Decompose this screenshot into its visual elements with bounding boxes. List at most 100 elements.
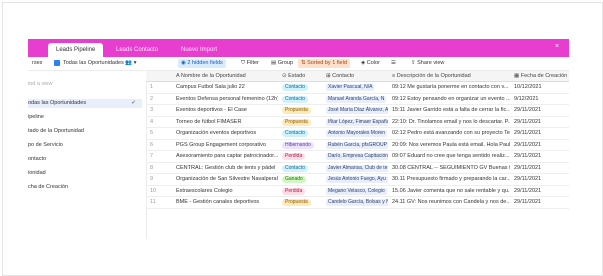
- cell-descripcion[interactable]: 22:10: Dr. Tinolamos email y nos lo desc…: [392, 117, 510, 128]
- table-row[interactable]: 8 CENTRAL: Gestión club de tenis y pádel C…: [146, 163, 569, 174]
- table-row[interactable]: 10 Extraescolares Colegio Perdida Megano Ve…: [146, 186, 569, 197]
- table-row[interactable]: 2 Eventos Defensa personal femenino (12h)…: [146, 94, 569, 105]
- cell-estado[interactable]: Perdida: [282, 186, 322, 197]
- column-header-descripcion[interactable]: ≡ Descripción de la Oportunidad: [392, 71, 510, 81]
- cell-descripcion[interactable]: 15:11 Javier Garrido está a falta de cer…: [392, 105, 510, 116]
- row-height-button[interactable]: ☰: [388, 59, 399, 68]
- sidebar-item-pipeline[interactable]: ipeline: [28, 113, 142, 122]
- table-row[interactable]: 1 Campus Futbol Sala julio 22 Contacto Xavi…: [146, 82, 569, 94]
- table-row[interactable]: 7 Asesoramiento para captar patrocinador.…: [146, 151, 569, 163]
- tab-leads-contacto[interactable]: Leads Contacto: [108, 43, 166, 57]
- table-row[interactable]: 9 Organización de San Silvestre Navalpera…: [146, 174, 569, 186]
- cell-fecha[interactable]: 29/11/2021: [514, 163, 569, 174]
- table-row[interactable]: 11 BME - Gestión canales deportivos Propue…: [146, 197, 569, 209]
- cell-contacto[interactable]: Manuel Aranda García, N: [326, 94, 388, 105]
- share-view-button[interactable]: ⇪ Share view: [408, 59, 447, 68]
- cell-fecha[interactable]: 29/11/2021: [514, 151, 569, 162]
- cell-nombre[interactable]: PGS Group Engagement corporativo: [176, 140, 278, 151]
- cell-nombre[interactable]: BME - Gestión canales deportivos: [176, 197, 278, 208]
- cell-contacto[interactable]: Rubén García, pfsGROUP: [326, 140, 388, 151]
- cell-fecha[interactable]: 29/11/2021: [514, 174, 569, 185]
- cell-descripcion[interactable]: 15.06 Javier comenta que no sale rentabl…: [392, 186, 510, 197]
- views-toggle[interactable]: rses: [32, 59, 42, 68]
- table-row[interactable]: 6 PGS Group Engagement corporativo Hiberna…: [146, 140, 569, 151]
- sidebar-item-fecha-creacion[interactable]: cha de Creación: [28, 183, 142, 192]
- row-number[interactable]: 2: [150, 94, 170, 105]
- cell-fecha[interactable]: 29/11/2021: [514, 117, 569, 128]
- sort-button[interactable]: ⇅ Sorted by 1 field: [298, 59, 350, 68]
- column-header-contacto[interactable]: ⊞ Contacto: [326, 71, 388, 81]
- cell-descripcion[interactable]: 30.08 CENTRAL -- SEGUIMIENTO GV Buenas t…: [392, 163, 510, 174]
- row-number[interactable]: 6: [150, 140, 170, 151]
- cell-fecha[interactable]: 29/11/2021: [514, 186, 569, 197]
- cell-estado[interactable]: Propuesta: [282, 197, 322, 208]
- cell-nombre[interactable]: Extraescolares Colegio: [176, 186, 278, 197]
- view-search-input[interactable]: ind a view: [28, 81, 52, 87]
- row-number[interactable]: 8: [150, 163, 170, 174]
- table-row[interactable]: 5 Organización eventos deportivos Contacto…: [146, 128, 569, 140]
- sidebar-item-contacto[interactable]: ontacto: [28, 155, 142, 164]
- row-number[interactable]: 10: [150, 186, 170, 197]
- row-number[interactable]: 5: [150, 128, 170, 139]
- cell-descripcion[interactable]: 20:09: Nos veremos Paula está email. Hol…: [392, 140, 510, 151]
- tab-leads-pipeline[interactable]: Leads Pipeline: [48, 43, 104, 57]
- cell-descripcion[interactable]: 09:07 Eduard no cree que tenga sentido r…: [392, 151, 510, 162]
- cell-fecha[interactable]: 29/11/2021: [514, 197, 569, 208]
- cell-nombre[interactable]: Organización de San Silvestre Navalperal: [176, 174, 278, 185]
- cell-contacto[interactable]: Megano Velasco, Colegio: [326, 186, 388, 197]
- cell-nombre[interactable]: Eventos deportivos - El Case: [176, 105, 278, 116]
- cell-nombre[interactable]: CENTRAL: Gestión club de tenis y pádel: [176, 163, 278, 174]
- row-number[interactable]: 1: [150, 82, 170, 93]
- cell-contacto[interactable]: Xavier Pascual, N/A: [326, 82, 388, 93]
- row-number[interactable]: 4: [150, 117, 170, 128]
- view-switcher[interactable]: Todas las Oportunidades 👥 ▾: [54, 59, 137, 68]
- sidebar-item-estado[interactable]: tado de la Oportunidad: [28, 127, 142, 136]
- cell-estado[interactable]: Contacto: [282, 94, 322, 105]
- cell-nombre[interactable]: Eventos Defensa personal femenino (12h): [176, 94, 278, 105]
- table-row[interactable]: 4 Torneo de fútbol FIMASER Propuesta Iñiar …: [146, 117, 569, 128]
- cell-fecha[interactable]: 29/11/2021: [514, 128, 569, 139]
- row-number[interactable]: 9: [150, 174, 170, 185]
- cell-contacto[interactable]: Javier Almansa, Club de te: [326, 163, 388, 174]
- cell-estado[interactable]: Perdida: [282, 151, 322, 162]
- cell-estado[interactable]: Ganado: [282, 174, 322, 185]
- cell-nombre[interactable]: Asesoramiento para captar patrocinador..…: [176, 151, 278, 162]
- hidden-fields-button[interactable]: ◉ 2 hidden fields: [178, 59, 226, 68]
- cell-descripcion[interactable]: 02:12 Pedro está avanzando con su proyec…: [392, 128, 510, 139]
- cell-estado[interactable]: Propuesta: [282, 105, 322, 116]
- filter-button[interactable]: ⛉ Filter: [238, 59, 262, 68]
- cell-nombre[interactable]: Organización eventos deportivos: [176, 128, 278, 139]
- cell-fecha[interactable]: 29/11/2021: [514, 105, 569, 116]
- cell-contacto[interactable]: José María Díaz Álvarez, A: [326, 105, 388, 116]
- cell-nombre[interactable]: Torneo de fútbol FIMASER: [176, 117, 278, 128]
- cell-fecha[interactable]: 10/12/2021: [514, 82, 569, 93]
- column-header-nombre[interactable]: A Nombre de la Oportunidad: [176, 71, 276, 81]
- cell-descripcion[interactable]: 24.11 GV: Nos reunimos con Candela y nos…: [392, 197, 510, 208]
- sidebar-item-todas[interactable]: odas las Oportunidades ✓: [28, 99, 142, 108]
- close-icon[interactable]: ×: [555, 43, 563, 51]
- cell-estado[interactable]: Propuesta: [282, 117, 322, 128]
- cell-descripcion[interactable]: 09:12 Me gustaría ponerme en contacto co…: [392, 82, 510, 93]
- cell-descripcion[interactable]: 30.11 Presupuesto firmado y preparando l…: [392, 174, 510, 185]
- column-header-estado[interactable]: ⊙ Estado: [282, 71, 322, 81]
- cell-descripcion[interactable]: 09:12 Estoy pensando en organizar un eve…: [392, 94, 510, 105]
- cell-contacto[interactable]: Jesús Antonio Fuego, Ayu: [326, 174, 388, 185]
- sidebar-item-ionidad[interactable]: ionidad: [28, 169, 142, 178]
- cell-estado[interactable]: Contacto: [282, 163, 322, 174]
- cell-nombre[interactable]: Campus Futbol Sala julio 22: [176, 82, 278, 93]
- cell-estado[interactable]: Hibernando: [282, 140, 322, 151]
- row-number[interactable]: 7: [150, 151, 170, 162]
- cell-contacto[interactable]: Iñiar López, Fimaer España: [326, 117, 388, 128]
- cell-estado[interactable]: Contacto: [282, 128, 322, 139]
- tab-nuevo-import[interactable]: Nuevo Import: [173, 43, 225, 57]
- color-button[interactable]: ◈ Color: [358, 59, 383, 68]
- cell-contacto[interactable]: Darío, Empresa Capitación: [326, 151, 388, 162]
- table-row[interactable]: 3 Eventos deportivos - El Case Propuesta Jo…: [146, 105, 569, 117]
- cell-contacto[interactable]: Candelo García, Bolsas y N: [326, 197, 388, 208]
- row-number[interactable]: 3: [150, 105, 170, 116]
- row-number[interactable]: 11: [150, 197, 170, 208]
- cell-estado[interactable]: Contacto: [282, 82, 322, 93]
- sidebar-item-tipo-servicio[interactable]: po de Servicio: [28, 141, 142, 150]
- column-header-fecha[interactable]: ▦ Fecha de Creación: [514, 71, 569, 81]
- cell-fecha[interactable]: 9/12/2021: [514, 94, 569, 105]
